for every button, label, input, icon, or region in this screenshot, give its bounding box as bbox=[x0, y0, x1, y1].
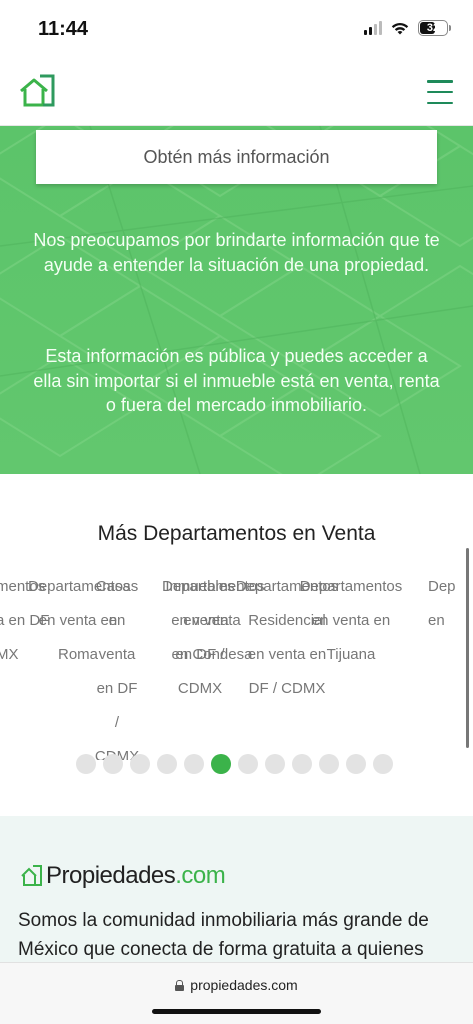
hero-section: Obtén más información Nos preocupamos po… bbox=[0, 126, 473, 474]
footer-description: Somos la comunidad inmobiliaria más gran… bbox=[18, 910, 429, 960]
hamburger-menu-icon[interactable] bbox=[427, 80, 453, 104]
battery-level: 32 bbox=[426, 22, 440, 34]
carousel-item[interactable]: Casas en venta en DF / CDMX bbox=[90, 570, 144, 760]
pagination-dot-active[interactable] bbox=[211, 754, 231, 774]
pagination-dot[interactable] bbox=[130, 754, 150, 774]
browser-url-bar[interactable]: propiedades.com bbox=[0, 962, 473, 1024]
pagination-dot[interactable] bbox=[76, 754, 96, 774]
pagination-dot[interactable] bbox=[103, 754, 123, 774]
carousel-item[interactable]: Dep en bbox=[428, 570, 465, 638]
signal-icon bbox=[364, 21, 382, 35]
pagination-dot[interactable] bbox=[373, 754, 393, 774]
pagination-dot[interactable] bbox=[184, 754, 204, 774]
battery-icon: 32 bbox=[418, 20, 451, 36]
status-time: 11:44 bbox=[38, 18, 89, 40]
pagination-dot[interactable] bbox=[292, 754, 312, 774]
hero-paragraph-2: Esta información es pública y puedes acc… bbox=[33, 346, 440, 415]
brand-logo[interactable]: Propiedades .com bbox=[20, 862, 226, 890]
pagination-dot[interactable] bbox=[319, 754, 339, 774]
site-footer: Propiedades .com Somos la comunidad inmob… bbox=[0, 816, 473, 964]
status-icons: 32 bbox=[364, 20, 451, 36]
section-title: Más Departamentos en Venta bbox=[97, 522, 376, 545]
site-header bbox=[0, 56, 473, 126]
listing-carousel[interactable]: mentos a en DF MX Departamentos en venta… bbox=[0, 560, 465, 760]
status-bar: 11:44 32 bbox=[0, 0, 473, 56]
carousel-pagination bbox=[76, 754, 393, 774]
more-info-button[interactable]: Obtén más información bbox=[36, 130, 437, 184]
pagination-dot[interactable] bbox=[346, 754, 366, 774]
house-logo-icon bbox=[21, 865, 42, 886]
house-logo-icon[interactable] bbox=[18, 74, 56, 108]
pagination-dot[interactable] bbox=[265, 754, 285, 774]
wifi-icon bbox=[391, 22, 409, 34]
url-text: propiedades.com bbox=[190, 977, 298, 993]
lock-icon bbox=[175, 979, 185, 991]
carousel-item[interactable]: Departamentos en venta en Tijuana bbox=[296, 570, 406, 672]
vertical-scrollbar[interactable] bbox=[466, 548, 469, 748]
pagination-dot[interactable] bbox=[238, 754, 258, 774]
brand-name: Propiedades bbox=[46, 862, 176, 889]
carousel-item[interactable]: Inmuebles en venta en DF / CDMX bbox=[160, 570, 240, 706]
url-display[interactable]: propiedades.com bbox=[0, 977, 473, 993]
home-indicator[interactable] bbox=[152, 1009, 321, 1014]
brand-tld: .com bbox=[175, 862, 226, 889]
hero-paragraph-1: Nos preocupamos por brindarte informació… bbox=[33, 230, 440, 275]
pagination-dot[interactable] bbox=[157, 754, 177, 774]
